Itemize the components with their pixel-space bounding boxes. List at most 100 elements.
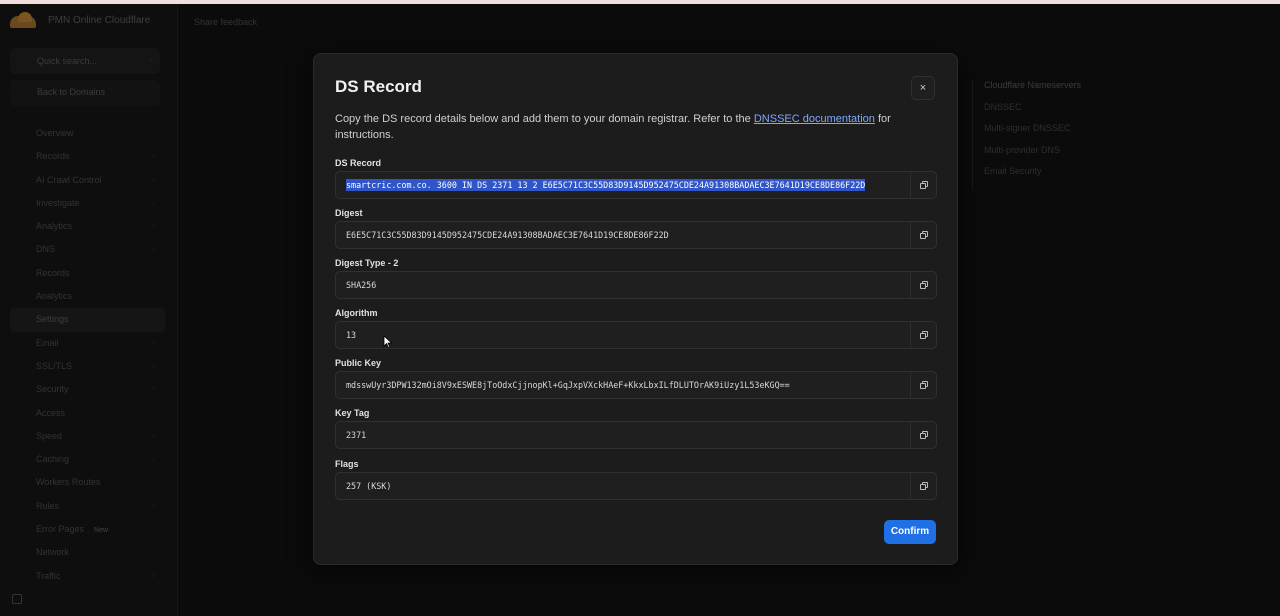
key-tag-value[interactable]: 2371 (346, 430, 366, 440)
sidebar-item[interactable]: AI Crawl Control › (10, 169, 165, 192)
sidebar-item[interactable]: Settings (10, 308, 165, 332)
public-key-value[interactable]: mdsswUyr3DPW132mOi8V9xESWE8jToOdxCjjnopK… (346, 380, 790, 390)
sidebar-item[interactable]: Records (10, 262, 165, 285)
copy-flags-button[interactable] (910, 473, 936, 499)
sidebar-item-label: Analytics (36, 221, 73, 232)
sidebar-item-label: Rules (36, 500, 60, 511)
chevron-right-icon: › (152, 454, 155, 464)
settings-outline: Cloudflare Nameservers DNSSEC Multi-signe… (972, 80, 1182, 190)
outline-item[interactable]: Multi-signer DNSSEC (984, 123, 1182, 144)
digest-type-2-value[interactable]: SHA256 (346, 280, 376, 290)
digest-type-2-label: Digest Type - 2 (335, 258, 399, 268)
copy-key-tag-button[interactable] (910, 422, 936, 448)
sidebar-item-label: SSL/TLS (36, 360, 73, 371)
flags-value[interactable]: 257 (KSK) (346, 481, 391, 491)
sidebar-item[interactable]: Network (10, 541, 165, 564)
sidebar-item[interactable]: SSL/TLS › (10, 355, 165, 378)
back-to-domains-button[interactable]: Back to Domains (10, 80, 160, 106)
sidebar-item[interactable]: Rules › (10, 495, 165, 518)
copy-icon (920, 431, 928, 439)
mouse-cursor-icon (383, 335, 393, 349)
copy-public-key-button[interactable] (910, 372, 936, 398)
sidebar-item[interactable]: Speed › (10, 425, 165, 448)
public-key-field[interactable]: mdsswUyr3DPW132mOi8V9xESWE8jToOdxCjjnopK… (335, 371, 937, 399)
digest-field[interactable]: E6E5C71C3C55D83D9145D952475CDE24A91308BA… (335, 221, 937, 249)
chevron-right-icon: › (152, 197, 155, 207)
quick-search-button[interactable]: Quick search... › (10, 48, 160, 74)
digest-value[interactable]: E6E5C71C3C55D83D9145D952475CDE24A91308BA… (346, 230, 669, 240)
sidebar-item[interactable]: Caching › (10, 448, 165, 471)
flags-field[interactable]: 257 (KSK) (335, 472, 937, 500)
sidebar-item-label: Investigate (36, 197, 80, 208)
dialog-description: Copy the DS record details below and add… (335, 111, 925, 143)
sidebar-item[interactable]: Investigate › (10, 192, 165, 215)
sidebar-item-label: AI Crawl Control (36, 174, 102, 185)
sidebar-item[interactable]: Error Pages New (10, 518, 165, 541)
outline-title[interactable]: Cloudflare Nameservers (984, 80, 1182, 90)
copy-icon (920, 181, 928, 189)
sidebar-item[interactable]: Records › (10, 145, 165, 168)
quick-search-label: Quick search... (37, 56, 98, 66)
confirm-button[interactable]: Confirm (884, 520, 936, 544)
chevron-right-icon: › (152, 174, 155, 184)
copy-icon (920, 281, 928, 289)
key-tag-label: Key Tag (335, 408, 370, 418)
chevron-right-icon: › (152, 360, 155, 370)
cloudflare-logo-icon (10, 12, 38, 28)
sidebar-item[interactable]: Email › (10, 332, 165, 355)
sidebar-item-label: Records (36, 151, 70, 162)
account-switcher[interactable]: PMN Online Cloudflare (10, 12, 150, 28)
sidebar: PMN Online Cloudflare Quick search... › … (0, 4, 178, 616)
chevron-right-icon: › (152, 570, 155, 580)
dnssec-documentation-link[interactable]: DNSSEC documentation (754, 113, 875, 125)
chevron-right-icon: › (152, 244, 155, 254)
sidebar-item-label: Access (36, 407, 66, 418)
copy-icon (920, 381, 928, 389)
copy-icon (920, 231, 928, 239)
back-to-domains-label: Back to Domains (37, 87, 106, 97)
algorithm-label: Algorithm (335, 308, 378, 318)
sidebar-item-label: DNS (36, 244, 56, 255)
copy-icon (920, 331, 928, 339)
flags-label: Flags (335, 459, 359, 469)
chevron-right-icon: › (152, 221, 155, 231)
sidebar-item[interactable]: Overview (10, 122, 165, 145)
outline-item[interactable]: Multi-provider DNS (984, 145, 1182, 166)
sidebar-item[interactable]: Analytics (10, 285, 165, 308)
copy-icon (920, 482, 928, 490)
digest-type-2-field[interactable]: SHA256 (335, 271, 937, 299)
close-button[interactable]: × (911, 76, 935, 100)
algorithm-value[interactable]: 13 (346, 330, 356, 340)
sidebar-item[interactable]: Workers Routes (10, 471, 165, 494)
sidebar-item[interactable]: DNS › (10, 238, 165, 261)
copy-digest-button[interactable] (910, 222, 936, 248)
chevron-right-icon: › (152, 337, 155, 347)
outline-item[interactable]: Email Security (984, 166, 1182, 187)
close-icon: × (919, 82, 927, 94)
sidebar-item[interactable]: Traffic › (10, 565, 165, 588)
copy-ds-record-button[interactable] (910, 172, 936, 198)
chevron-right-icon: › (152, 384, 155, 394)
sidebar-item[interactable]: Analytics › (10, 215, 165, 238)
key-tag-field[interactable]: 2371 (335, 421, 937, 449)
sidebar-item-label: Speed (36, 430, 63, 441)
sidebar-item[interactable]: Security › (10, 378, 165, 401)
sidebar-item-label: Security (36, 384, 69, 395)
sidebar-item-label: Overview (36, 128, 74, 138)
copy-digest-type-2-button[interactable] (910, 272, 936, 298)
public-key-label: Public Key (335, 358, 382, 368)
ds-record-field[interactable]: smartcric.com.co. 3600 IN DS 2371 13 2 E… (335, 171, 937, 199)
copy-algorithm-button[interactable] (910, 322, 936, 348)
ds-record-label: DS Record (335, 158, 382, 168)
collapse-sidebar-icon[interactable] (12, 594, 22, 604)
digest-label: Digest (335, 208, 363, 218)
chevron-right-icon: › (152, 430, 155, 440)
algorithm-field[interactable]: 13 (335, 321, 937, 349)
chevron-right-icon: › (152, 500, 155, 510)
sidebar-item-label: Network (36, 547, 70, 558)
ds-record-value[interactable]: smartcric.com.co. 3600 IN DS 2371 13 2 E… (346, 179, 866, 191)
sidebar-item[interactable]: Access (10, 402, 165, 425)
new-badge: New (94, 527, 109, 535)
share-feedback-link[interactable]: Share feedback (194, 17, 257, 27)
outline-item[interactable]: DNSSEC (984, 102, 1182, 123)
